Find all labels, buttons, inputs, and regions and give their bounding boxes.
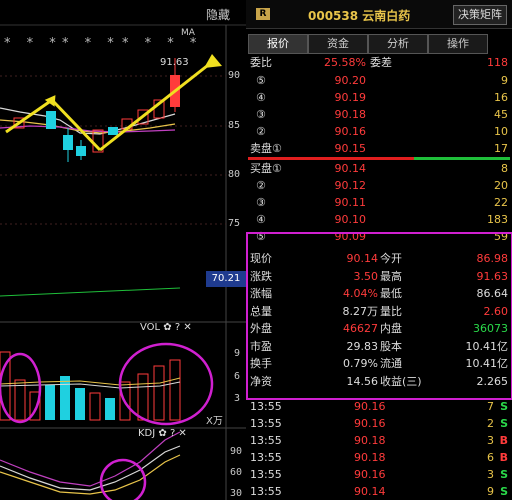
signal-stars: * * * bbox=[4, 36, 62, 51]
tick-row: 13:55 90.18 3 B bbox=[250, 434, 508, 447]
ma-label: MA bbox=[181, 28, 195, 38]
ask-row: ③ 90.18 45 bbox=[256, 108, 508, 121]
bid-row: 买盘① 90.14 8 bbox=[250, 162, 508, 175]
signal-stars: * * * bbox=[62, 36, 120, 51]
vol-axis-tick: 9 bbox=[234, 348, 241, 359]
kdj-indicator-label[interactable]: KDJ ✿ ? ✕ bbox=[138, 428, 187, 439]
stock-title: 000538 云南白药 bbox=[308, 9, 411, 23]
vol-axis-tick: 3 bbox=[234, 393, 241, 404]
order-ratio-row: 委比 25.58% 委差 118 bbox=[246, 54, 512, 71]
price-axis-tick: 90 bbox=[228, 70, 241, 81]
ask-row: ④ 90.19 16 bbox=[256, 91, 508, 104]
tab-funds[interactable]: 资金 bbox=[308, 34, 368, 54]
decision-matrix-button[interactable]: 决策矩阵 bbox=[453, 5, 507, 25]
price-axis-tick: 80 bbox=[228, 169, 241, 180]
ask-row: ⑤ 90.20 9 bbox=[256, 74, 508, 87]
tick-row: 13:55 90.18 6 B bbox=[250, 451, 508, 464]
tab-quote[interactable]: 报价 bbox=[248, 34, 308, 54]
kline-chart-pane[interactable]: 隐藏 * * * * * * * * * * MA 91.63 90 85 80… bbox=[0, 0, 246, 500]
annotation-circle bbox=[0, 352, 42, 424]
vol-unit: X万 bbox=[206, 416, 223, 427]
diff-label: 委差 bbox=[370, 56, 392, 69]
r-badge-icon: R bbox=[256, 8, 270, 20]
hide-button[interactable]: 隐藏 bbox=[206, 6, 230, 23]
tick-row: 13:55 90.16 2 S bbox=[250, 417, 508, 430]
kdj-axis-tick: 30 bbox=[230, 488, 243, 499]
signal-stars: * * * * bbox=[122, 36, 203, 51]
vol-indicator-label[interactable]: VOL ✿ ? ✕ bbox=[140, 322, 192, 333]
bid-row: ③ 90.11 22 bbox=[256, 196, 508, 209]
tick-row: 13:55 90.16 3 S bbox=[250, 468, 508, 481]
kdj-axis-tick: 90 bbox=[230, 446, 243, 457]
diff-value: 118 bbox=[487, 56, 508, 69]
high-price-callout: 91.63 bbox=[160, 57, 189, 68]
quote-tabs: 报价 资金 分析 操作 bbox=[248, 34, 510, 54]
ma20-line bbox=[0, 125, 176, 133]
tick-row: 13:55 90.16 7 S bbox=[250, 400, 508, 413]
bid-row: ④ 90.10 183 bbox=[256, 213, 508, 226]
trend-arrows bbox=[5, 54, 222, 152]
price-axis-tick: 75 bbox=[228, 218, 241, 229]
kdj-axis-tick: 60 bbox=[230, 467, 243, 478]
ask-row: 卖盘① 90.15 17 bbox=[250, 142, 508, 155]
bid-row: ② 90.12 20 bbox=[256, 179, 508, 192]
tab-operation[interactable]: 操作 bbox=[428, 34, 488, 54]
ratio-value: 25.58% bbox=[324, 56, 366, 69]
tab-analysis[interactable]: 分析 bbox=[368, 34, 428, 54]
ask-row: ② 90.16 10 bbox=[256, 125, 508, 138]
last-price-tag: 70.21 bbox=[206, 271, 246, 287]
annotation-box bbox=[246, 232, 512, 400]
vol-axis-tick: 6 bbox=[234, 371, 241, 382]
ratio-label: 委比 bbox=[250, 56, 272, 69]
quote-header: R 000538 云南白药 决策矩阵 bbox=[246, 0, 512, 29]
price-axis-tick: 85 bbox=[228, 120, 241, 131]
tick-row: 13:55 90.14 9 S bbox=[250, 485, 508, 498]
